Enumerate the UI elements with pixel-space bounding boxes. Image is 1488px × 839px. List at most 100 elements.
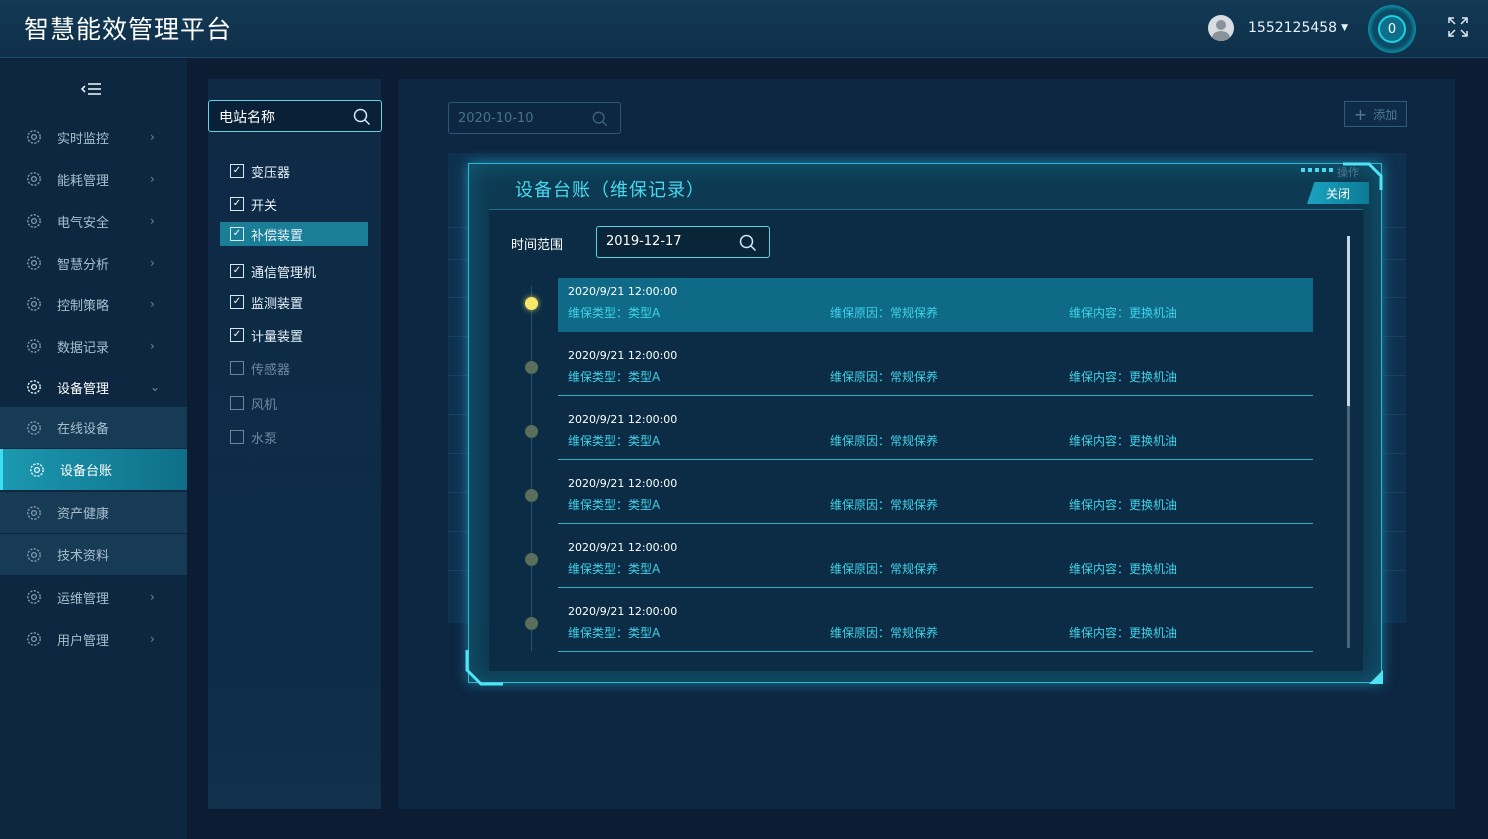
gear-icon xyxy=(27,172,41,186)
device-type-checkbox[interactable]: ✓ 通信管理机 xyxy=(230,260,316,282)
chevron-right-icon: › xyxy=(150,172,155,186)
sidebar-item[interactable]: 控制策略 › xyxy=(0,283,187,325)
checkbox-label: 传感器 xyxy=(251,362,291,378)
caret-down-icon[interactable]: ▼ xyxy=(1341,23,1348,33)
gear-icon xyxy=(27,420,41,435)
record-type: 维保类型：类型A xyxy=(568,370,661,384)
username[interactable]: 1552125458 xyxy=(1248,20,1337,36)
checkbox-icon[interactable] xyxy=(230,361,244,375)
gear-icon xyxy=(27,590,41,604)
device-type-checkbox[interactable]: ✓ 监测装置 xyxy=(230,291,303,313)
time-range-input[interactable]: 2019-12-17 xyxy=(596,226,770,258)
checkbox-icon[interactable]: ✓ xyxy=(230,295,244,309)
record-reason: 维保原因：常规保养 xyxy=(830,562,939,576)
search-icon[interactable] xyxy=(739,234,757,252)
date-filter-value: 2020-10-10 xyxy=(458,111,534,126)
checkbox-icon[interactable] xyxy=(230,396,244,410)
device-type-checkbox[interactable]: ✓ 开关 xyxy=(230,193,277,215)
add-label: 添加 xyxy=(1373,107,1398,122)
device-type-checkbox[interactable]: 传感器 xyxy=(230,357,290,379)
checkbox-icon[interactable]: ✓ xyxy=(230,328,244,342)
maintenance-record-modal: 设备台账（维保记录） 操作 关闭 时间范围 2019-12-17 2020/9/… xyxy=(465,162,1383,686)
sidebar-item-label: 设备管理 xyxy=(57,381,110,397)
sidebar-item-label: 数据记录 xyxy=(57,340,110,356)
time-range-label: 时间范围 xyxy=(511,238,564,253)
timeline-axis xyxy=(531,286,532,651)
station-search-input[interactable]: 电站名称 xyxy=(208,100,382,132)
device-type-checkbox[interactable]: ✓ 变压器 xyxy=(230,160,290,182)
device-type-checkbox[interactable]: ✓ 补偿装置 xyxy=(230,223,303,245)
maintenance-record[interactable]: 2020/9/21 12:00:00 维保类型：类型A 维保原因：常规保养 维保内容：… xyxy=(558,598,1313,652)
record-content: 维保内容：更换机油 xyxy=(1069,434,1178,448)
record-reason: 维保原因：常规保养 xyxy=(830,306,939,320)
fullscreen-icon[interactable] xyxy=(1447,16,1469,38)
timeline-dot xyxy=(525,297,538,310)
checkbox-icon[interactable]: ✓ xyxy=(230,264,244,278)
notification-button[interactable]: 0 xyxy=(1368,5,1416,53)
avatar[interactable] xyxy=(1208,15,1234,41)
chevron-right-icon: › xyxy=(150,632,155,646)
add-button[interactable]: + 添加 xyxy=(1344,101,1407,127)
record-time: 2020/9/21 12:00:00 xyxy=(568,541,678,554)
corner-decoration xyxy=(465,650,503,686)
record-type: 维保类型：类型A xyxy=(568,434,661,448)
checkbox-label: 通信管理机 xyxy=(251,265,317,281)
chevron-right-icon: › xyxy=(150,214,155,228)
sidebar-item[interactable]: 用户管理 › xyxy=(0,618,187,660)
chevron-right-icon: › xyxy=(150,590,155,604)
sidebar-item[interactable]: 数据记录 › xyxy=(0,325,187,367)
checkbox-label: 补偿装置 xyxy=(251,228,304,244)
user-menu[interactable]: 1552125458 ▼ xyxy=(1208,14,1348,42)
gear-icon xyxy=(27,339,41,353)
timeline-dot xyxy=(525,489,538,502)
modal-title: 设备台账（维保记录） xyxy=(515,180,705,201)
sidebar-item[interactable]: 运维管理 › xyxy=(0,576,187,618)
maintenance-record[interactable]: 2020/9/21 12:00:00 维保类型：类型A 维保原因：常规保养 维保内容：… xyxy=(558,278,1313,332)
record-time: 2020/9/21 12:00:00 xyxy=(568,413,678,426)
sidebar-item-label: 控制策略 xyxy=(57,298,110,314)
checkbox-icon[interactable]: ✓ xyxy=(230,227,244,241)
sidebar-item-label: 在线设备 xyxy=(57,422,110,437)
maintenance-record[interactable]: 2020/9/21 12:00:00 维保类型：类型A 维保原因：常规保养 维保内容：… xyxy=(558,342,1313,396)
maintenance-record[interactable]: 2020/9/21 12:00:00 维保类型：类型A 维保原因：常规保养 维保内容：… xyxy=(558,534,1313,588)
device-type-checkbox[interactable]: 风机 xyxy=(230,392,277,414)
search-icon[interactable] xyxy=(592,111,608,127)
sidebar-item-label: 设备台账 xyxy=(60,464,113,479)
record-type: 维保类型：类型A xyxy=(568,626,661,640)
decoration-stripes xyxy=(1301,168,1333,172)
sidebar-item[interactable]: 能耗管理 › xyxy=(0,158,187,200)
timeline-dot xyxy=(525,617,538,630)
top-header: 智慧能效管理平台 1552125458 ▼ 0 xyxy=(0,0,1488,58)
record-content: 维保内容：更换机油 xyxy=(1069,562,1178,576)
chevron-right-icon: › xyxy=(150,130,155,144)
sidebar-item[interactable]: 实时监控 › xyxy=(0,116,187,158)
checkbox-icon[interactable] xyxy=(230,430,244,444)
device-type-checkbox[interactable]: 水泵 xyxy=(230,426,277,448)
search-icon[interactable] xyxy=(353,108,371,126)
sidebar-item[interactable]: 技术资料 xyxy=(0,534,187,575)
checkbox-label: 变压器 xyxy=(251,165,291,181)
sidebar-item[interactable]: 设备台账 xyxy=(0,449,187,490)
menu-collapse-icon[interactable] xyxy=(80,81,102,97)
gear-icon xyxy=(27,380,41,394)
gear-icon xyxy=(27,632,41,646)
sidebar-item[interactable]: 在线设备 xyxy=(0,407,187,448)
device-type-checkbox[interactable]: ✓ 计量装置 xyxy=(230,324,303,346)
sidebar-item[interactable]: 电气安全 › xyxy=(0,200,187,242)
sidebar-item-label: 实时监控 xyxy=(57,131,110,147)
checkbox-icon[interactable]: ✓ xyxy=(230,197,244,211)
maintenance-record[interactable]: 2020/9/21 12:00:00 维保类型：类型A 维保原因：常规保养 维保内容：… xyxy=(558,406,1313,460)
sidebar-item[interactable]: 设备管理 ⌄ xyxy=(0,366,187,408)
scrollbar-thumb[interactable] xyxy=(1347,236,1350,406)
sidebar-item[interactable]: 资产健康 xyxy=(0,492,187,533)
record-reason: 维保原因：常规保养 xyxy=(830,498,939,512)
date-filter-input[interactable]: 2020-10-10 xyxy=(448,102,621,134)
maintenance-record[interactable]: 2020/9/21 12:00:00 维保类型：类型A 维保原因：常规保养 维保内容：… xyxy=(558,470,1313,524)
record-reason: 维保原因：常规保养 xyxy=(830,626,939,640)
checkbox-icon[interactable]: ✓ xyxy=(230,164,244,178)
notification-count[interactable]: 0 xyxy=(1378,15,1406,43)
sidebar-item[interactable]: 智慧分析 › xyxy=(0,242,187,284)
gear-icon xyxy=(27,214,41,228)
record-reason: 维保原因：常规保养 xyxy=(830,370,939,384)
record-reason: 维保原因：常规保养 xyxy=(830,434,939,448)
